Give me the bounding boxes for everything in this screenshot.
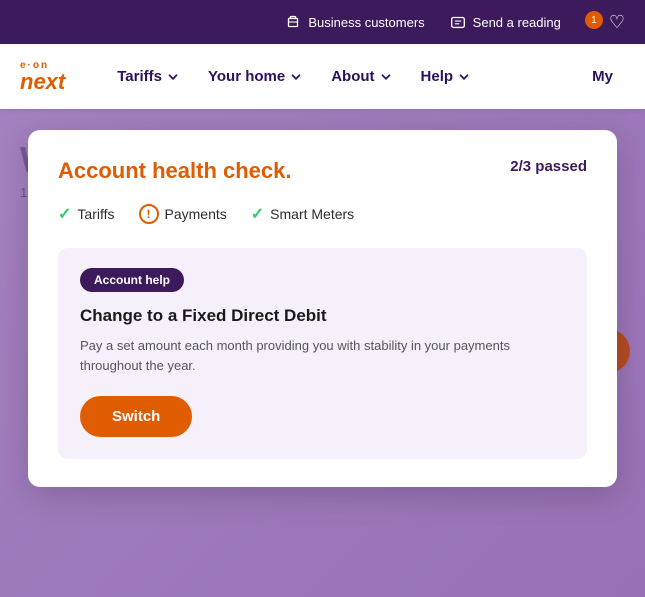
business-customers-label: Business customers <box>308 15 424 30</box>
card-title: Change to a Fixed Direct Debit <box>80 306 565 326</box>
business-customers-link[interactable]: Business customers <box>284 13 424 31</box>
nav-items: Tariffs Your home About Help My <box>105 60 625 93</box>
heart-icon: ♡ <box>609 12 625 33</box>
top-bar: Business customers Send a reading 1 ♡ <box>0 0 645 44</box>
nav-item-my[interactable]: My <box>580 60 625 93</box>
modal-title: Account health check. <box>58 158 292 184</box>
check-item-payments: ! Payments <box>139 204 227 224</box>
card-description: Pay a set amount each month providing yo… <box>80 336 565 376</box>
check-pass-icon-smart-meters: ✓ <box>251 204 264 224</box>
notification-badge: 1 <box>585 11 603 29</box>
account-health-modal: Account health check. 2/3 passed ✓ Tarif… <box>28 130 617 487</box>
chevron-down-icon <box>166 70 180 84</box>
modal-header: Account health check. 2/3 passed <box>58 158 587 184</box>
chevron-down-icon <box>457 70 471 84</box>
check-items-list: ✓ Tariffs ! Payments ✓ Smart Meters <box>58 204 587 224</box>
chevron-down-icon <box>379 70 393 84</box>
switch-button[interactable]: Switch <box>80 396 192 437</box>
check-label-payments: Payments <box>165 206 227 222</box>
nav-item-tariffs[interactable]: Tariffs <box>105 60 192 93</box>
check-label-smart-meters: Smart Meters <box>270 206 354 222</box>
check-item-smart-meters: ✓ Smart Meters <box>251 204 354 224</box>
nav-item-your-home[interactable]: Your home <box>196 60 315 93</box>
logo[interactable]: e·on next <box>20 60 65 93</box>
chevron-down-icon <box>289 70 303 84</box>
card-tag: Account help <box>80 268 184 292</box>
modal-passed: 2/3 passed <box>510 158 587 175</box>
send-reading-link[interactable]: Send a reading <box>449 13 561 31</box>
check-label-tariffs: Tariffs <box>77 206 114 222</box>
logo-next: next <box>20 71 65 93</box>
check-pass-icon-tariffs: ✓ <box>58 204 71 224</box>
nav-bar: e·on next Tariffs Your home About Help M… <box>0 44 645 109</box>
check-item-tariffs: ✓ Tariffs <box>58 204 115 224</box>
check-warn-icon-payments: ! <box>139 204 159 224</box>
recommendation-card: Account help Change to a Fixed Direct De… <box>58 248 587 459</box>
nav-item-about[interactable]: About <box>319 60 404 93</box>
notification-link[interactable]: 1 ♡ <box>585 12 625 33</box>
nav-item-help[interactable]: Help <box>409 60 484 93</box>
meter-icon <box>449 13 467 31</box>
send-reading-label: Send a reading <box>473 15 561 30</box>
briefcase-icon <box>284 13 302 31</box>
